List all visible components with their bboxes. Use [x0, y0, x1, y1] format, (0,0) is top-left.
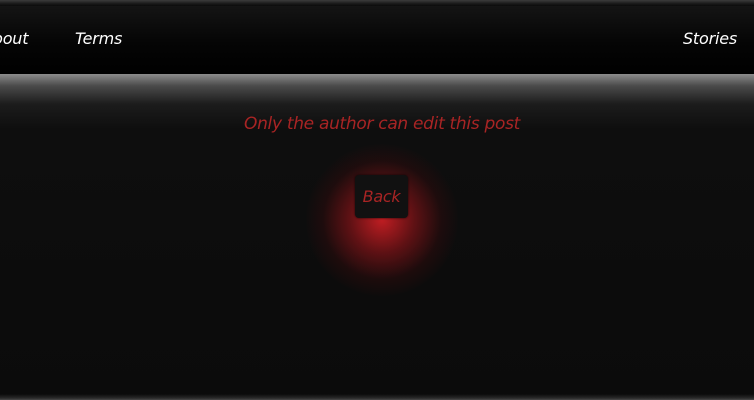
button-glow: [306, 144, 458, 296]
main-content: Only the author can edit this post Back: [0, 74, 754, 394]
nav-link-about[interactable]: About: [0, 29, 29, 48]
back-button[interactable]: Back: [355, 175, 408, 218]
page: About Terms Stories Only the author can …: [0, 0, 754, 400]
nav-link-stories[interactable]: Stories: [683, 29, 737, 48]
window-bottom-edge: [0, 394, 754, 400]
top-navbar: About Terms Stories: [0, 6, 754, 74]
permission-error-message: Only the author can edit this post: [244, 114, 520, 134]
nav-link-terms[interactable]: Terms: [75, 29, 122, 48]
